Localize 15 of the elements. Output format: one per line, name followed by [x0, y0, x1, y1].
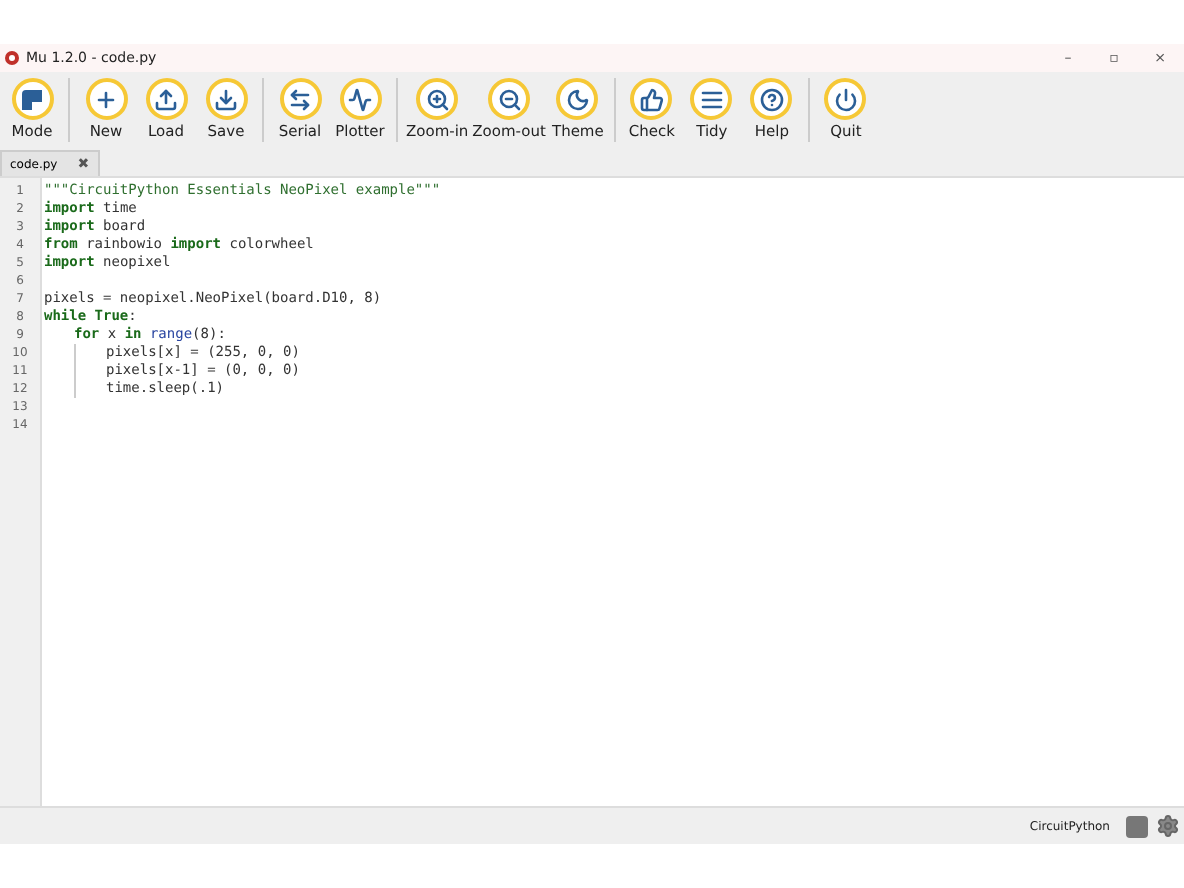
zoom-in-icon: [425, 87, 450, 111]
download-icon: [214, 87, 238, 111]
zoom-out-icon: [497, 87, 522, 111]
plus-icon: [94, 87, 118, 111]
settings-icon[interactable]: [1156, 814, 1180, 838]
lines-icon: [699, 87, 724, 111]
upload-icon: [154, 87, 178, 111]
mode-icon: [20, 87, 44, 111]
help-icon: [759, 87, 784, 111]
board-icon: [1126, 815, 1148, 837]
arrows-icon: [288, 87, 312, 111]
moon-icon: [565, 87, 590, 111]
thumbs-up-icon: [639, 87, 664, 111]
pulse-icon: [348, 87, 372, 111]
power-icon: [833, 87, 858, 111]
